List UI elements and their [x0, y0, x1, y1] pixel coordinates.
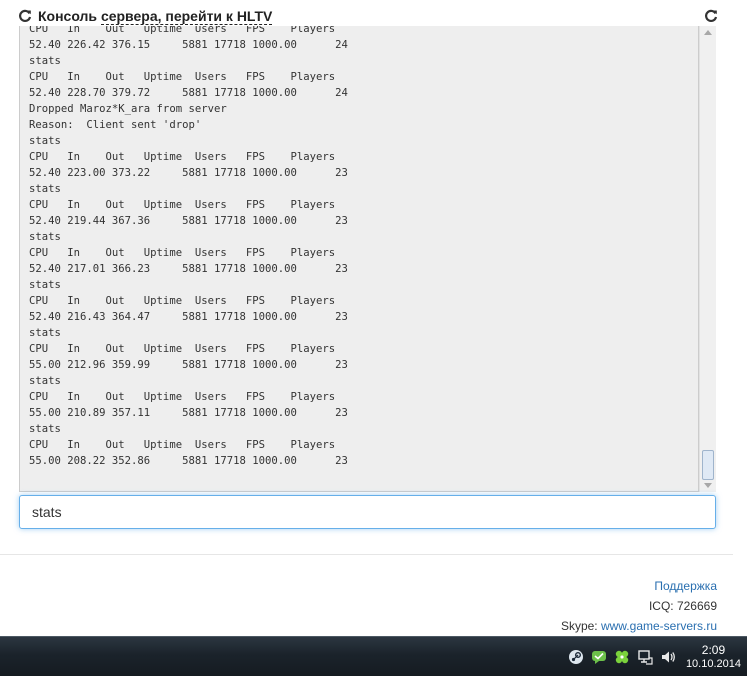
console-line: CPU In Out Uptime Users FPS Players	[29, 343, 336, 355]
command-input[interactable]	[19, 495, 716, 529]
console-line: 55.00 210.89 357.11 5881 17718 1000.00 2…	[29, 407, 348, 419]
clover-icon[interactable]	[613, 648, 631, 666]
refresh-icon[interactable]	[18, 9, 32, 23]
console-line: stats	[29, 279, 61, 291]
console-line: CPU In Out Uptime Users FPS Players	[29, 71, 336, 83]
support-link[interactable]: Поддержка	[654, 579, 717, 593]
chat-icon[interactable]	[590, 648, 608, 666]
footer: Поддержка ICQ: 726669 Skype: www.game-se…	[561, 576, 717, 636]
console-line: CPU In Out Uptime Users FPS Players	[29, 151, 336, 163]
skype-label: Skype:	[560, 619, 601, 633]
console-log: CPU In Out Uptime Users FPS Players 52.40…	[20, 26, 698, 469]
console-line: stats	[29, 423, 61, 435]
console-line: CPU In Out Uptime Users FPS Players	[29, 247, 336, 259]
skype-link[interactable]: www.game-servers.ru	[601, 619, 717, 633]
scroll-down-icon[interactable]	[704, 483, 712, 488]
page-title: Консоль сервера, перейти к HLTV	[38, 8, 273, 25]
console-line: CPU In Out Uptime Users FPS Players	[29, 439, 336, 451]
console-line: stats	[29, 55, 61, 67]
console-line: 52.40 216.43 364.47 5881 17718 1000.00 2…	[29, 311, 348, 323]
console-line: 52.40 219.44 367.36 5881 17718 1000.00 2…	[29, 215, 348, 227]
clock[interactable]: 2:09 10.10.2014	[686, 643, 741, 671]
console-line: 52.40 228.70 379.72 5881 17718 1000.00 2…	[29, 87, 348, 99]
skype-line: Skype: www.game-servers.ru	[561, 616, 717, 636]
scroll-thumb[interactable]	[702, 450, 714, 480]
console-line: stats	[29, 327, 61, 339]
refresh-icon[interactable]	[704, 9, 718, 23]
title-prefix: Консоль	[38, 8, 101, 24]
console-line: CPU In Out Uptime Users FPS Players	[29, 391, 336, 403]
console-line: 52.40 226.42 376.15 5881 17718 1000.00 2…	[29, 39, 348, 51]
steam-icon[interactable]	[567, 648, 585, 666]
console-output[interactable]: CPU In Out Uptime Users FPS Players 52.40…	[19, 26, 699, 492]
console-line: stats	[29, 183, 61, 195]
console-line: 52.40 217.01 366.23 5881 17718 1000.00 2…	[29, 263, 348, 275]
console-line: Reason: Client sent 'drop'	[29, 119, 202, 131]
console-line: stats	[29, 231, 61, 243]
console-line: stats	[29, 135, 61, 147]
network-icon[interactable]	[636, 648, 654, 666]
console-line: 55.00 212.96 359.99 5881 17718 1000.00 2…	[29, 359, 348, 371]
scroll-up-icon[interactable]	[704, 30, 712, 35]
console-line: stats	[29, 375, 61, 387]
system-tray: 2:09 10.10.2014	[567, 637, 747, 677]
console-line: Dropped Maroz*K_ara from server	[29, 103, 227, 115]
console-line: 55.00 208.22 352.86 5881 17718 1000.00 2…	[29, 455, 348, 467]
divider	[0, 554, 733, 555]
console-line: 52.40 223.00 373.22 5881 17718 1000.00 2…	[29, 167, 348, 179]
console-scrollbar[interactable]	[699, 26, 716, 492]
volume-icon[interactable]	[659, 648, 677, 666]
icq-text: ICQ: 726669	[648, 599, 717, 613]
console-line: CPU In Out Uptime Users FPS Players	[29, 26, 336, 35]
hltv-link[interactable]: сервера, перейти к HLTV	[100, 8, 273, 25]
clock-date: 10.10.2014	[685, 658, 741, 670]
clock-time: 2:09	[701, 643, 726, 657]
console-header: Консоль сервера, перейти к HLTV	[18, 6, 718, 26]
console-line: CPU In Out Uptime Users FPS Players	[29, 199, 336, 211]
taskbar: 2:09 10.10.2014	[0, 636, 747, 676]
console-line: CPU In Out Uptime Users FPS Players	[29, 295, 336, 307]
